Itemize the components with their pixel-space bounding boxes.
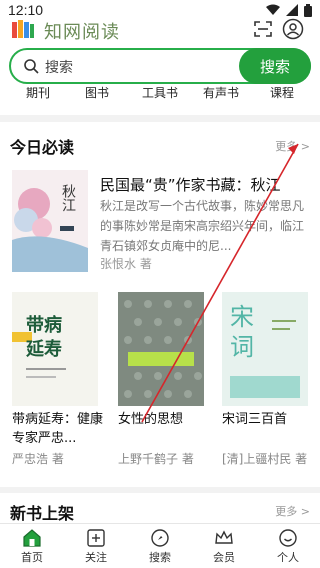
- book-card[interactable]: 女性的思想 上野千鹤子 著: [118, 292, 204, 466]
- featured-cover-title: 秋江: [60, 184, 76, 212]
- tab-home-label: 首页: [21, 551, 43, 564]
- bottom-tab-bar: 首页 关注 搜索 会员 个人: [0, 523, 320, 568]
- tab-profile[interactable]: 个人: [256, 526, 320, 568]
- crown-icon: [215, 530, 233, 544]
- tab-profile-label: 个人: [277, 551, 299, 564]
- tab-search[interactable]: 搜索: [128, 526, 192, 568]
- system-icons: [266, 3, 312, 17]
- category-courses[interactable]: 课程: [270, 84, 294, 101]
- category-books[interactable]: 图书: [85, 84, 109, 101]
- book-author: 严忠浩 著: [12, 452, 64, 466]
- category-reference[interactable]: 工具书: [142, 84, 178, 101]
- signal-icon: [286, 4, 298, 16]
- new-books-section: 新书上架 更多 >: [0, 493, 320, 523]
- battery-icon: [304, 3, 312, 17]
- category-nav: 期刊 图书 工具书 有声书 课程: [0, 84, 320, 102]
- book-author: 上野千鹤子 著: [118, 452, 194, 466]
- tab-follow[interactable]: 关注: [64, 526, 128, 568]
- search-button[interactable]: 搜索: [239, 48, 311, 84]
- book-card[interactable]: 带病延寿 带病延寿：健康专家严忠... 严忠浩 著: [12, 292, 103, 466]
- book-cover[interactable]: 宋词: [222, 292, 308, 406]
- featured-cover[interactable]: 秋江: [12, 170, 88, 272]
- tab-membership[interactable]: 会员: [192, 526, 256, 568]
- tab-search-label: 搜索: [149, 551, 171, 564]
- more-link[interactable]: 更多 >: [275, 138, 310, 154]
- status-bar: 12:10: [0, 0, 320, 20]
- new-books-title: 新书上架: [10, 504, 75, 523]
- scan-icon[interactable]: [252, 18, 274, 40]
- tab-home[interactable]: 首页: [0, 526, 64, 568]
- search-icon: [24, 59, 39, 74]
- featured-author: 张恨水 著: [100, 257, 152, 271]
- tab-membership-label: 会员: [213, 551, 235, 564]
- book-title[interactable]: 女性的思想: [118, 410, 218, 429]
- featured-description: 秋江是改写一个古代故事，陈妙常思凡的事陈妙常是南宋高宗绍兴年间，临江青石镇郊女贞…: [100, 199, 305, 253]
- featured-title[interactable]: 民国最“贵”作家书藏：秋江: [100, 174, 281, 195]
- new-books-more-link[interactable]: 更多 >: [275, 503, 310, 519]
- book-author: [清]上疆村民 著: [222, 452, 308, 466]
- section-title: 今日必读: [10, 138, 75, 157]
- status-time: 12:10: [8, 2, 44, 18]
- app-name: 知网阅读: [44, 22, 120, 43]
- tab-follow-label: 关注: [85, 551, 107, 564]
- add-follow-icon: [87, 529, 105, 547]
- book-title[interactable]: 宋词三百首: [222, 410, 320, 429]
- wifi-icon: [266, 4, 280, 15]
- book-cover[interactable]: [118, 292, 204, 406]
- book-cover[interactable]: 带病延寿: [12, 292, 98, 406]
- category-journals[interactable]: 期刊: [26, 84, 50, 101]
- book-cover-title: 带病延寿: [26, 315, 62, 360]
- category-audiobooks[interactable]: 有声书: [203, 84, 239, 101]
- logo-row: 知网阅读: [0, 18, 320, 44]
- book-cover-art: [118, 292, 204, 406]
- app-logo-icon: [12, 20, 34, 38]
- compass-icon: [151, 529, 169, 547]
- home-icon: [23, 529, 41, 547]
- user-icon[interactable]: [282, 18, 304, 40]
- search-bar[interactable]: 搜索 搜索: [9, 48, 311, 84]
- book-title[interactable]: 带病延寿：健康专家严忠...: [12, 410, 112, 448]
- book-card[interactable]: 宋词 宋词三百首 [清]上疆村民 著: [222, 292, 308, 466]
- today-section: 今日必读 更多 > 秋江 民国最“贵”作家书藏：秋江 秋江是改写一个古代故事，陈…: [0, 122, 320, 487]
- header: 知网阅读 搜索 搜索 期刊 图书 工具书 有声书 课程: [0, 18, 320, 115]
- smile-icon: [279, 529, 297, 547]
- book-cover-title: 宋词: [230, 303, 254, 361]
- search-input[interactable]: 搜索: [45, 57, 73, 77]
